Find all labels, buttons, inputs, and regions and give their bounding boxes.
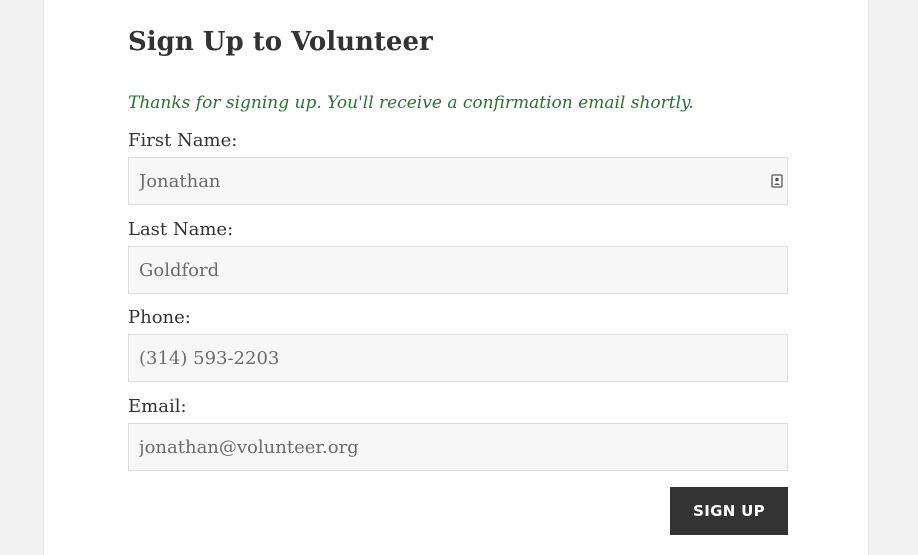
phone-field-box xyxy=(128,334,788,382)
last-name-label: Last Name: xyxy=(128,219,234,240)
email-label: Email: xyxy=(128,396,187,417)
phone-input[interactable] xyxy=(129,335,787,381)
last-name-input[interactable] xyxy=(129,247,787,293)
email-field-box xyxy=(128,423,788,471)
phone-label: Phone: xyxy=(128,307,191,328)
first-name-field-box xyxy=(128,157,788,205)
first-name-label: First Name: xyxy=(128,130,238,151)
confirmation-message: Thanks for signing up. You'll receive a … xyxy=(128,93,694,113)
page-title: Sign Up to Volunteer xyxy=(128,27,433,57)
email-input[interactable] xyxy=(129,424,787,470)
last-name-field-box xyxy=(128,246,788,294)
sign-up-button[interactable]: SIGN UP xyxy=(670,487,788,535)
contact-card-icon[interactable] xyxy=(771,174,783,188)
content-card: Sign Up to Volunteer Thanks for signing … xyxy=(43,0,869,555)
first-name-input[interactable] xyxy=(129,158,787,204)
